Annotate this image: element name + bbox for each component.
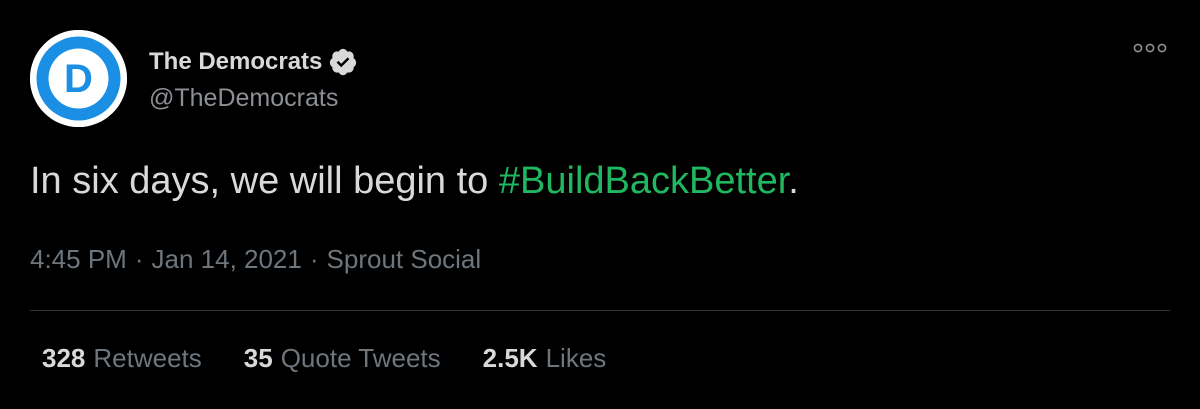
meta-separator: · [309,244,319,274]
likes-label: Likes [545,343,607,373]
author-names: The Democrats @TheDemocrats [149,44,358,113]
tweet-text-before: In six days, we will begin to [30,160,499,202]
more-options-icon[interactable] [1130,38,1170,58]
tweet-stats: 328 Retweets 35 Quote Tweets 2.5K Likes [42,343,648,374]
quote-tweets-stat[interactable]: 35 Quote Tweets [244,343,441,374]
tweet-meta: 4:45 PM · Jan 14, 2021 · Sprout Social [30,244,481,275]
hashtag-link[interactable]: #BuildBackBetter [499,160,788,202]
display-name[interactable]: The Democrats [149,48,322,76]
tweet-text-after: . [788,160,799,202]
avatar[interactable]: D [30,30,127,127]
svg-text:D: D [64,57,93,101]
tweet-header: D The Democrats @TheDemocrats [30,30,358,127]
tweet-card: D The Democrats @TheDemocrats In six day [0,0,1200,409]
likes-stat[interactable]: 2.5K Likes [483,343,607,374]
author-handle[interactable]: @TheDemocrats [149,84,358,113]
verified-badge-icon [328,47,358,77]
tweet-text: In six days, we will begin to #BuildBack… [30,160,799,203]
quote-tweets-count: 35 [243,343,273,373]
meta-separator: · [134,244,144,274]
tweet-date[interactable]: Jan 14, 2021 [152,244,302,274]
tweet-source[interactable]: Sprout Social [327,244,482,274]
display-name-row: The Democrats [149,44,358,80]
quote-tweets-label: Quote Tweets [280,343,441,373]
divider [30,310,1170,311]
retweets-count: 328 [42,343,86,373]
democrats-logo-icon: D [30,30,127,127]
retweets-label: Retweets [93,343,202,373]
tweet-time[interactable]: 4:45 PM [30,244,127,274]
retweets-stat[interactable]: 328 Retweets [42,343,202,374]
likes-count: 2.5K [482,343,538,373]
